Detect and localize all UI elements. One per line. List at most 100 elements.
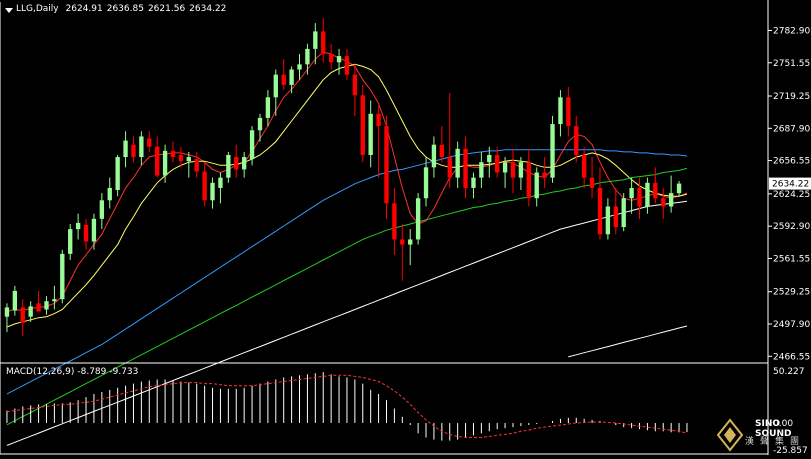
- chart-area[interactable]: 2782.90 2751.55 2719.25 2687.90 2656.55 2624.…: [0, 0, 811, 456]
- candle: [115, 154, 120, 197]
- symbol-dropdown-icon[interactable]: [5, 8, 13, 13]
- candle-body: [629, 187, 634, 199]
- candle-body: [162, 150, 168, 176]
- candle-body: [36, 303, 41, 312]
- macd-value: -8.789: [77, 367, 107, 377]
- candle-body: [12, 290, 18, 311]
- candle-body: [218, 177, 223, 188]
- price-tick-label: 2719.25: [773, 92, 810, 102]
- candle-body: [202, 171, 207, 201]
- candle-body: [534, 172, 539, 199]
- candle-body: [676, 183, 682, 194]
- low-value: 2621.56: [147, 4, 186, 14]
- candle-body: [257, 117, 263, 131]
- candle-body: [510, 162, 516, 178]
- candle-body: [423, 167, 429, 199]
- candle-body: [328, 54, 334, 63]
- close-value: 2634.22: [189, 4, 227, 14]
- price-tick-label: 2656.55: [773, 157, 810, 167]
- macd-label: MACD(12,26,9): [6, 367, 75, 377]
- candle-body: [471, 177, 476, 188]
- candle-body: [4, 307, 10, 317]
- candle-body: [186, 157, 191, 162]
- candle-body: [289, 69, 294, 85]
- candle-body: [542, 172, 547, 178]
- candle-body: [226, 154, 231, 178]
- price-tick-label: 2466.55: [773, 352, 810, 362]
- candle-body: [502, 162, 508, 173]
- macd-header: MACD(12,26,9) -8.789 -9.733: [6, 367, 141, 377]
- candle-body: [376, 113, 381, 127]
- current-price-label: 2634.22: [772, 180, 809, 190]
- price-tick-label: 2624.25: [773, 190, 810, 200]
- candle-body: [75, 222, 81, 230]
- candle-body: [415, 198, 421, 240]
- candle-body: [550, 124, 555, 178]
- candle-body: [155, 146, 160, 176]
- candle-body: [566, 97, 571, 127]
- macd-signal-value: -9.733: [109, 367, 139, 377]
- candle-body: [68, 229, 73, 254]
- candle-body: [439, 144, 445, 158]
- candle-body: [297, 64, 302, 70]
- candle-body: [518, 162, 524, 178]
- candle-body: [313, 31, 318, 49]
- candle-body: [637, 187, 642, 207]
- candle-body: [605, 206, 611, 235]
- candle-body: [495, 154, 500, 173]
- price-tick-label: 2751.55: [773, 59, 810, 69]
- price-tick-label: 2561.55: [773, 254, 810, 264]
- candle-body: [44, 301, 49, 310]
- candle-body: [305, 48, 310, 65]
- candle-body: [621, 198, 626, 228]
- candle-body: [91, 218, 97, 242]
- candle-body: [668, 193, 674, 207]
- candle-body: [178, 154, 184, 162]
- candle: [621, 193, 626, 232]
- candle-body: [360, 95, 365, 155]
- candle-body: [241, 157, 247, 170]
- price-tick-label: 2687.90: [773, 124, 810, 134]
- candle-body: [83, 225, 89, 242]
- candle-body: [455, 148, 460, 178]
- candle-body: [273, 74, 278, 98]
- candle-body: [170, 150, 176, 158]
- candle-body: [123, 140, 128, 158]
- price-tick-label: 2592.90: [773, 222, 810, 232]
- high-value: 2636.85: [106, 4, 144, 14]
- candle-body: [368, 113, 373, 155]
- candle-body: [28, 306, 33, 317]
- candle-body: [581, 154, 587, 178]
- candle-body: [431, 144, 437, 168]
- candle-body: [107, 187, 112, 201]
- candle-body: [352, 74, 358, 96]
- candle-body: [574, 126, 579, 155]
- candle-body: [265, 97, 271, 118]
- candle-body: [115, 157, 120, 190]
- symbol-label: LLG,Daily: [16, 4, 59, 14]
- candle-body: [384, 126, 389, 204]
- candle-body: [447, 157, 452, 178]
- candle-body: [249, 130, 255, 160]
- ohlc-header: LLG,Daily 2624.91 2636.85 2621.56 2634.22: [16, 4, 230, 14]
- candle-body: [99, 200, 105, 219]
- candle-body: [597, 187, 603, 235]
- candle-body: [147, 138, 152, 147]
- candle: [415, 193, 421, 245]
- candle-body: [487, 154, 492, 163]
- logo-sub: 漢聲集團: [745, 437, 806, 447]
- candle-body: [52, 299, 57, 302]
- candle: [550, 115, 555, 183]
- candle-body: [645, 182, 650, 207]
- candle-body: [139, 136, 144, 158]
- candle-body: [336, 56, 342, 63]
- candle-body: [589, 177, 595, 188]
- candle-body: [526, 162, 531, 199]
- candle-body: [131, 144, 136, 158]
- price-tick-label: 2497.90: [773, 320, 810, 330]
- candle-body: [653, 182, 658, 199]
- candle-body: [344, 56, 350, 75]
- candle-body: [400, 239, 405, 245]
- candle: [360, 84, 365, 163]
- candle-body: [613, 206, 618, 228]
